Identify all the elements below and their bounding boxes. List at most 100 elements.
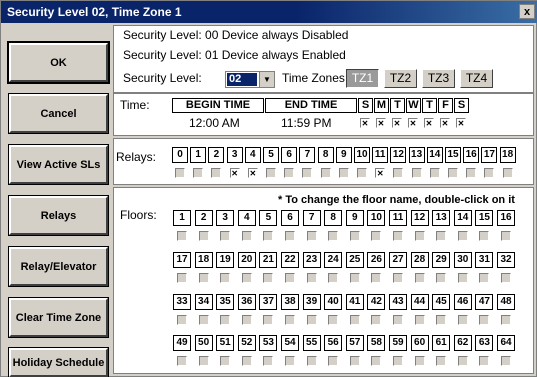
floor-checkbox[interactable]: [177, 315, 187, 325]
floor-checkbox[interactable]: [501, 273, 511, 283]
clear-time-zone-button[interactable]: Clear Time Zone: [8, 297, 109, 338]
floor-checkbox[interactable]: [436, 356, 447, 366]
floor-number[interactable]: 36: [237, 294, 256, 310]
relay-number[interactable]: 1: [190, 147, 207, 163]
floor-checkbox[interactable]: [393, 273, 403, 283]
relay-checkbox[interactable]: [284, 168, 295, 178]
floor-checkbox[interactable]: [349, 356, 360, 366]
floor-number[interactable]: 40: [324, 294, 343, 310]
floor-number[interactable]: 61: [432, 335, 451, 351]
floor-checkbox[interactable]: [457, 273, 468, 283]
floor-checkbox[interactable]: [285, 356, 295, 366]
floor-checkbox[interactable]: [501, 231, 511, 241]
floor-number[interactable]: 34: [194, 294, 213, 310]
floor-checkbox[interactable]: [263, 356, 274, 366]
floor-number[interactable]: 23: [302, 252, 321, 268]
relays-button[interactable]: Relays: [8, 195, 109, 236]
relay-checkbox[interactable]: [266, 168, 276, 178]
floor-number[interactable]: 47: [475, 294, 494, 310]
floor-checkbox[interactable]: [436, 231, 447, 241]
floor-checkbox[interactable]: [436, 273, 447, 283]
floor-checkbox[interactable]: [414, 231, 425, 241]
floor-checkbox[interactable]: [220, 356, 231, 366]
floor-number[interactable]: 11: [389, 210, 407, 226]
floor-checkbox[interactable]: [198, 273, 209, 283]
floor-checkbox[interactable]: [328, 231, 339, 241]
holiday-schedule-button[interactable]: Holiday Schedule: [8, 347, 109, 377]
floor-checkbox[interactable]: [220, 315, 231, 325]
floor-checkbox[interactable]: [328, 315, 339, 325]
floor-checkbox[interactable]: [371, 315, 382, 325]
floor-number[interactable]: 44: [410, 294, 429, 310]
relay-checkbox[interactable]: [193, 168, 204, 178]
day-checkbox[interactable]: [376, 118, 386, 128]
floor-number[interactable]: 27: [389, 252, 407, 268]
relay-checkbox[interactable]: [448, 168, 458, 178]
relay-checkbox[interactable]: [175, 168, 185, 178]
floor-number[interactable]: 59: [389, 335, 407, 351]
floor-number[interactable]: 4: [237, 210, 256, 226]
day-checkbox[interactable]: [440, 118, 450, 128]
floor-number[interactable]: 15: [475, 210, 494, 226]
relay-checkbox[interactable]: [375, 168, 386, 178]
floor-number[interactable]: 18: [194, 252, 213, 268]
floor-number[interactable]: 56: [324, 335, 343, 351]
floor-number[interactable]: 32: [497, 252, 515, 268]
floor-number[interactable]: 29: [432, 252, 451, 268]
floor-checkbox[interactable]: [263, 315, 274, 325]
relay-checkbox[interactable]: [320, 168, 331, 178]
floor-number[interactable]: 26: [367, 252, 386, 268]
floor-number[interactable]: 10: [367, 210, 386, 226]
floor-number[interactable]: 5: [259, 210, 278, 226]
floor-number[interactable]: 42: [367, 294, 386, 310]
floor-number[interactable]: 55: [302, 335, 321, 351]
floor-checkbox[interactable]: [241, 273, 252, 283]
floor-checkbox[interactable]: [177, 273, 187, 283]
begin-time-value[interactable]: 12:00 AM: [189, 116, 240, 130]
floor-number[interactable]: 28: [410, 252, 429, 268]
time-zone-tab-tz4[interactable]: TZ4: [460, 69, 493, 88]
floor-checkbox[interactable]: [457, 231, 468, 241]
floor-checkbox[interactable]: [479, 273, 490, 283]
floor-number[interactable]: 64: [497, 335, 515, 351]
floor-number[interactable]: 13: [432, 210, 451, 226]
floor-checkbox[interactable]: [328, 273, 339, 283]
floor-number[interactable]: 19: [216, 252, 235, 268]
floor-checkbox[interactable]: [479, 356, 490, 366]
floor-number[interactable]: 54: [281, 335, 299, 351]
relay-number[interactable]: 6: [281, 147, 298, 163]
floor-checkbox[interactable]: [479, 315, 490, 325]
floor-number[interactable]: 16: [497, 210, 515, 226]
floor-checkbox[interactable]: [393, 231, 403, 241]
floor-checkbox[interactable]: [263, 273, 274, 283]
floor-checkbox[interactable]: [220, 231, 231, 241]
floor-number[interactable]: 33: [173, 294, 191, 310]
relay-number[interactable]: 15: [445, 147, 461, 163]
security-level-select[interactable]: 02 ▼: [225, 71, 275, 88]
floor-checkbox[interactable]: [241, 356, 252, 366]
floor-checkbox[interactable]: [393, 315, 403, 325]
floor-number[interactable]: 14: [453, 210, 472, 226]
floor-number[interactable]: 51: [216, 335, 235, 351]
floor-number[interactable]: 58: [367, 335, 386, 351]
cancel-button[interactable]: Cancel: [8, 93, 109, 134]
floor-number[interactable]: 52: [237, 335, 256, 351]
floor-number[interactable]: 21: [259, 252, 278, 268]
day-checkbox[interactable]: [392, 118, 402, 128]
floor-number[interactable]: 48: [497, 294, 515, 310]
floor-number[interactable]: 25: [345, 252, 364, 268]
floor-checkbox[interactable]: [241, 315, 252, 325]
floor-number[interactable]: 20: [237, 252, 256, 268]
floor-checkbox[interactable]: [177, 231, 187, 241]
relay-checkbox[interactable]: [302, 168, 313, 178]
relay-number[interactable]: 12: [390, 147, 407, 163]
relay-number[interactable]: 17: [481, 147, 498, 163]
floor-number[interactable]: 41: [345, 294, 364, 310]
floor-number[interactable]: 38: [281, 294, 299, 310]
relay-number[interactable]: 11: [372, 147, 389, 163]
floor-checkbox[interactable]: [349, 273, 360, 283]
relay-number[interactable]: 14: [426, 147, 443, 163]
floor-checkbox[interactable]: [371, 356, 382, 366]
relay-number[interactable]: 16: [463, 147, 480, 163]
floor-number[interactable]: 60: [410, 335, 429, 351]
